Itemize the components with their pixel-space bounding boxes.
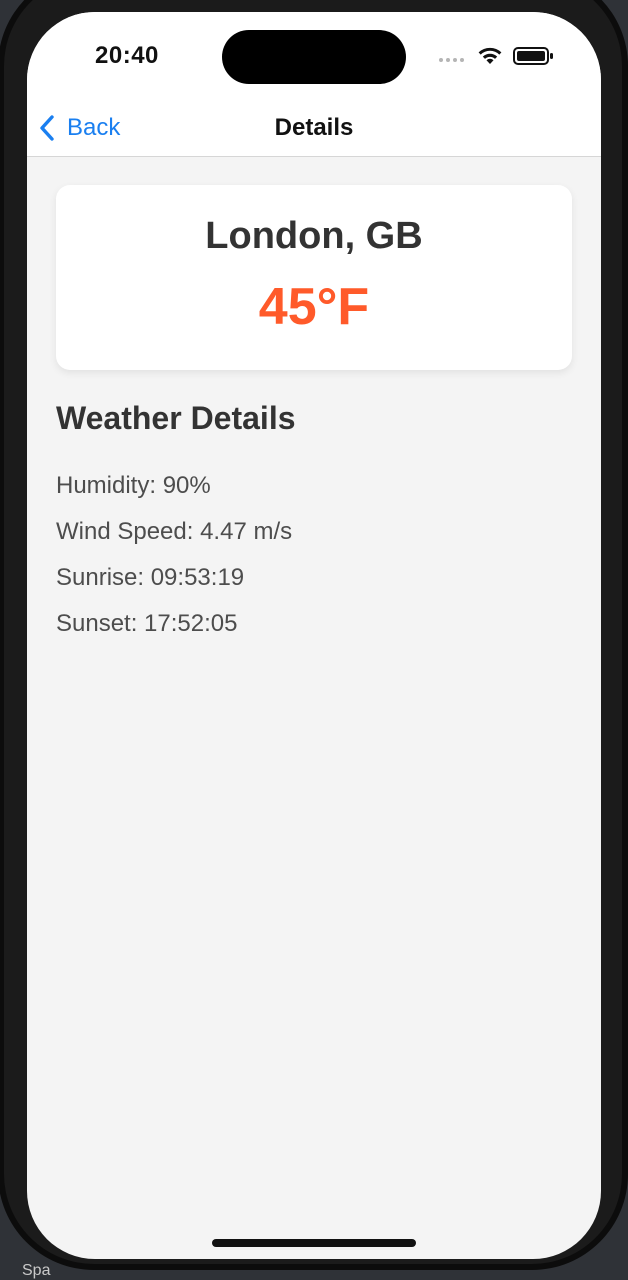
navigation-bar: Back Details [27,102,601,157]
status-bar: 20:40 [27,12,601,102]
cellular-signal-icon [439,58,464,62]
wifi-icon [478,47,502,64]
phone-screen: 20:40 Back Details London, GB 45°F Weath… [27,12,601,1259]
sunset-detail: Sunset: 17:52:05 [56,610,238,637]
humidity-detail: Humidity: 90% [56,472,211,499]
weather-details-heading: Weather Details [56,400,296,436]
home-indicator[interactable] [212,1239,416,1247]
weather-details-list: Humidity: 90% Wind Speed: 4.47 m/s Sunri… [56,472,292,656]
page-title: Details [274,114,354,141]
wind-speed-detail: Wind Speed: 4.47 m/s [56,518,293,545]
status-time: 20:40 [95,42,159,69]
battery-icon [513,47,553,65]
city-name: London, GB [205,215,423,257]
sunrise-detail: Sunrise: 09:53:19 [56,564,245,591]
dynamic-island [222,30,406,84]
background-partial-text: Spa [22,1262,51,1279]
temperature-value: 45°F [258,278,370,336]
city-weather-card: London, GB 45°F [56,185,572,370]
